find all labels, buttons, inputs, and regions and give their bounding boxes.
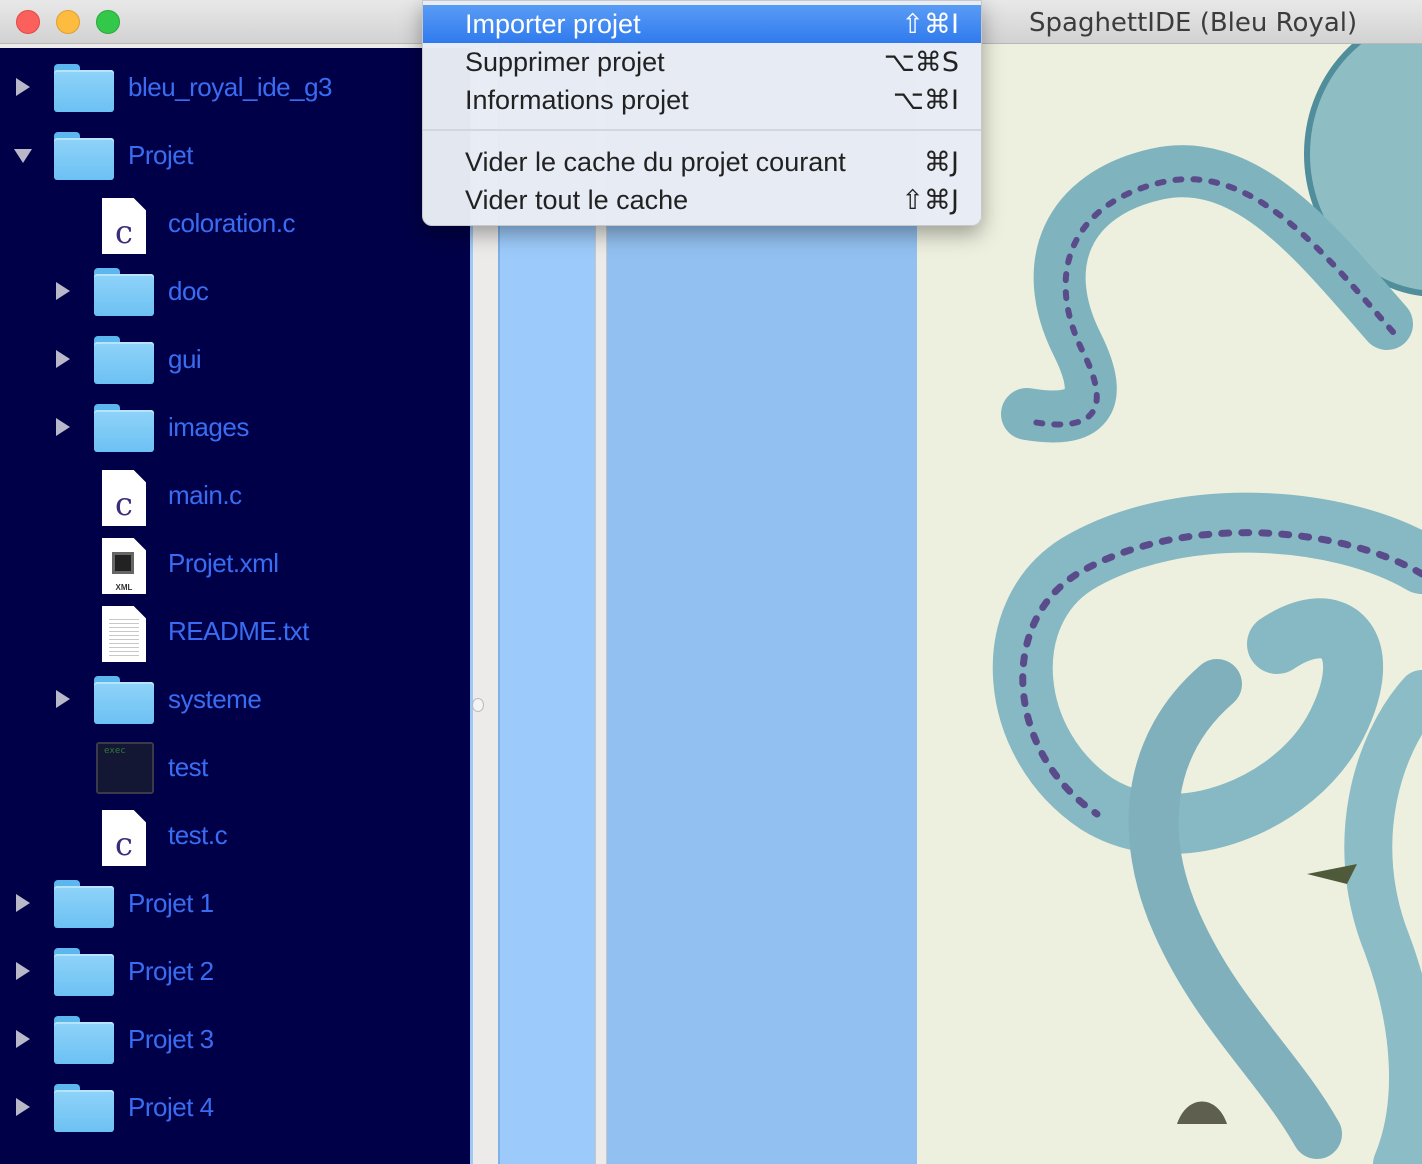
disclosure-triangle-icon[interactable] [16,894,30,912]
text-file-icon [102,606,146,662]
tree-item-label: test [168,752,208,782]
tree-item-label: Projet.xml [168,548,279,578]
tree-item-label: systeme [168,684,262,714]
menu-item-supprimer-projet[interactable]: Supprimer projet ⌥⌘S [423,43,981,81]
menu-item-shortcut: ⇧⌘I [901,9,959,40]
disclosure-triangle-icon[interactable] [56,350,70,368]
menu-item-vider-tout-cache[interactable]: Vider tout le cache ⇧⌘J [423,181,981,219]
menu-item-shortcut: ⌥⌘S [883,47,959,78]
menu-separator [423,129,981,131]
disclosure-triangle-icon[interactable] [56,418,70,436]
disclosure-triangle-icon[interactable] [16,1098,30,1116]
menu-item-shortcut: ⌘J [924,147,959,178]
tree-item-label: main.c [168,480,242,510]
menu-item-importer-projet[interactable]: Importer projet ⇧⌘I [423,5,981,43]
minimize-window-button[interactable] [56,10,80,34]
folder-icon [54,1016,114,1064]
tree-item-bleu-royal-ide-g3[interactable]: bleu_royal_ide_g3 [0,54,470,122]
tree-item-projet-xml[interactable]: XML Projet.xml [0,530,470,598]
disclosure-triangle-icon[interactable] [56,282,70,300]
tree-item-projet-3[interactable]: Projet 3 [0,1006,470,1074]
disclosure-triangle-open-icon[interactable] [14,149,32,163]
tree-item-test-c[interactable]: c test.c [0,802,470,870]
c-file-icon: c [102,470,146,526]
folder-icon [54,880,114,928]
tree-item-label: gui [168,344,202,374]
tree-item-label: coloration.c [168,208,295,238]
tree-item-label: README.txt [168,616,309,646]
tree-item-readme-txt[interactable]: README.txt [0,598,470,666]
xml-file-icon: XML [102,538,146,594]
tree-item-doc[interactable]: doc [0,258,470,326]
disclosure-triangle-icon[interactable] [16,962,30,980]
tree-item-images[interactable]: images [0,394,470,462]
disclosure-triangle-icon[interactable] [56,690,70,708]
folder-icon [54,948,114,996]
tree-item-test[interactable]: exec test [0,734,470,802]
tree-item-label: bleu_royal_ide_g3 [128,72,333,102]
window-title: SpaghettIDE (Bleu Royal) [1029,8,1358,38]
menu-item-shortcut: ⇧⌘J [901,185,959,216]
project-tree[interactable]: bleu_royal_ide_g3 Projet c coloration.c … [0,48,470,1164]
tree-item-projet[interactable]: Projet [0,122,470,190]
tree-item-projet-2[interactable]: Projet 2 [0,938,470,1006]
tree-item-label: test.c [168,820,228,850]
tree-item-projet-1[interactable]: Projet 1 [0,870,470,938]
folder-icon [94,676,154,724]
tree-item-label: doc [168,276,209,306]
tree-item-coloration-c[interactable]: c coloration.c [0,190,470,258]
tree-item-label: Projet [128,140,193,170]
folder-icon [94,404,154,452]
tree-item-systeme[interactable]: systeme [0,666,470,734]
c-file-icon: c [102,810,146,866]
tree-item-main-c[interactable]: c main.c [0,462,470,530]
tree-item-label: Projet 3 [128,1024,214,1054]
menu-item-informations-projet[interactable]: Informations projet ⌥⌘I [423,81,981,119]
folder-icon [54,1084,114,1132]
menu-item-label: Vider le cache du projet courant [465,147,846,177]
menu-item-label: Supprimer projet [465,47,665,77]
tree-item-label: Projet 4 [128,1092,214,1122]
disclosure-triangle-icon[interactable] [16,1030,30,1048]
zoom-window-button[interactable] [96,10,120,34]
folder-icon [94,268,154,316]
close-window-button[interactable] [16,10,40,34]
tree-item-label: Projet 1 [128,888,214,918]
menu-item-label: Vider tout le cache [465,185,689,215]
menu-item-vider-cache-projet[interactable]: Vider le cache du projet courant ⌘J [423,143,981,181]
octopus-illustration [917,44,1422,1164]
c-file-icon: c [102,198,146,254]
menu-item-label: Importer projet [465,9,641,39]
project-menu: Importer projet ⇧⌘I Supprimer projet ⌥⌘S… [422,0,982,226]
executable-icon: exec [96,742,154,794]
tree-item-label: Projet 2 [128,956,214,986]
tree-item-projet-4[interactable]: Projet 4 [0,1074,470,1142]
folder-icon [54,64,114,112]
tree-item-gui[interactable]: gui [0,326,470,394]
disclosure-triangle-icon[interactable] [16,78,30,96]
menu-item-label: Informations projet [465,85,689,115]
splitter-handle[interactable] [472,698,484,712]
folder-icon [94,336,154,384]
folder-icon [54,132,114,180]
tree-item-label: images [168,412,249,442]
menu-item-shortcut: ⌥⌘I [892,85,959,116]
